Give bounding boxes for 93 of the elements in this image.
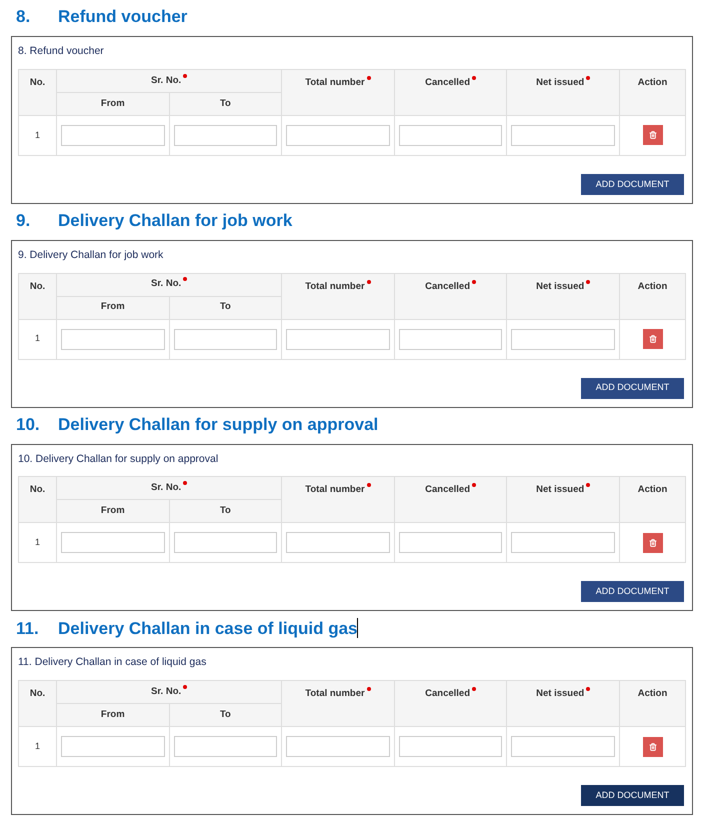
required-icon [366, 76, 371, 80]
column-header: Action [620, 476, 686, 523]
row-number: 1 [18, 726, 56, 766]
column-header: Sr. No. [56, 69, 282, 92]
delete-button[interactable] [642, 125, 662, 146]
column-header: No. [18, 680, 56, 726]
total-number-field[interactable] [286, 532, 390, 554]
section-heading: Delivery Challan in case of liquid gas [58, 618, 358, 640]
required-icon [366, 687, 371, 691]
trash-icon [648, 742, 656, 750]
section-number: 11. [16, 618, 40, 640]
cancelled-field[interactable] [398, 532, 502, 554]
delete-button[interactable] [642, 736, 662, 756]
from-field[interactable] [61, 124, 165, 146]
column-header: Net issued [506, 69, 620, 116]
to-field[interactable] [174, 124, 278, 146]
column-header: Cancelled [394, 69, 507, 116]
from-field[interactable] [61, 532, 165, 554]
to-field[interactable] [174, 736, 278, 757]
required-icon [183, 684, 188, 689]
section-heading: Refund voucher [58, 6, 188, 28]
text-cursor [357, 618, 358, 638]
column-header: From [56, 704, 170, 726]
column-header: From [56, 92, 170, 116]
to-field[interactable] [174, 328, 278, 350]
section-number: 10. [16, 414, 41, 436]
column-header: From [56, 500, 170, 523]
required-icon [366, 483, 371, 488]
required-icon [366, 280, 371, 284]
row-number: 1 [18, 522, 56, 563]
column-header: Net issued [506, 476, 620, 523]
column-header: Sr. No. [56, 680, 282, 704]
form-title: 9. Delivery Challan for job work [18, 248, 164, 263]
required-icon [586, 280, 590, 284]
column-header: To [169, 92, 282, 116]
cancelled-field[interactable] [398, 124, 502, 146]
column-header: Total number [282, 273, 394, 319]
column-header: To [169, 704, 282, 726]
column-header: Sr. No. [56, 273, 282, 296]
column-header: To [169, 296, 282, 319]
required-icon [472, 687, 476, 691]
column-header: From [56, 296, 170, 319]
delete-button[interactable] [642, 532, 662, 553]
column-header: Cancelled [394, 273, 507, 319]
row-number: 1 [18, 319, 56, 359]
column-header: Total number [282, 476, 394, 523]
required-icon [586, 687, 590, 691]
add-document-button[interactable]: ADD DOCUMENT [581, 581, 684, 602]
section-heading: Delivery Challan for job work [58, 210, 292, 232]
column-header: Net issued [506, 273, 620, 319]
total-number-field[interactable] [286, 328, 390, 350]
required-icon [472, 280, 476, 284]
cancelled-field[interactable] [398, 328, 502, 350]
column-header: Action [620, 273, 686, 319]
column-header: Action [620, 680, 686, 726]
add-document-button[interactable]: ADD DOCUMENT [581, 785, 684, 806]
required-icon [183, 277, 188, 282]
to-field[interactable] [174, 532, 278, 554]
trash-icon [648, 538, 656, 547]
column-header: No. [18, 476, 56, 523]
column-header: Net issued [506, 680, 620, 726]
add-document-button[interactable]: ADD DOCUMENT [581, 378, 684, 398]
required-icon [586, 76, 590, 80]
trash-icon [648, 131, 656, 140]
required-icon [586, 483, 590, 488]
form-title: 10. Delivery Challan for supply on approval [18, 452, 220, 466]
section-heading: Delivery Challan for supply on approval [58, 414, 378, 436]
from-field[interactable] [61, 736, 165, 757]
required-icon [472, 483, 476, 488]
add-document-button[interactable]: ADD DOCUMENT [581, 174, 684, 195]
column-header: Cancelled [394, 680, 507, 726]
from-field[interactable] [61, 328, 165, 350]
delete-button[interactable] [642, 329, 662, 349]
column-header: No. [18, 273, 56, 319]
form-title: 8. Refund voucher [18, 44, 105, 59]
column-header: Total number [282, 69, 394, 116]
column-header: Action [620, 69, 686, 116]
section-number: 9. [16, 210, 32, 232]
column-header: To [169, 500, 282, 523]
trash-icon [648, 335, 656, 343]
column-header: Total number [282, 680, 394, 726]
row-number: 1 [18, 115, 56, 156]
total-number-field[interactable] [286, 736, 390, 757]
total-number-field[interactable] [286, 124, 390, 146]
form-title: 11. Delivery Challan in case of liquid gas [18, 655, 208, 670]
column-header: Cancelled [394, 476, 507, 523]
column-header: Sr. No. [56, 476, 282, 500]
section-number: 8. [16, 6, 32, 28]
required-icon [183, 481, 188, 486]
column-header: No. [18, 69, 56, 116]
required-icon [472, 76, 476, 80]
cancelled-field[interactable] [398, 736, 502, 757]
required-icon [183, 74, 188, 78]
